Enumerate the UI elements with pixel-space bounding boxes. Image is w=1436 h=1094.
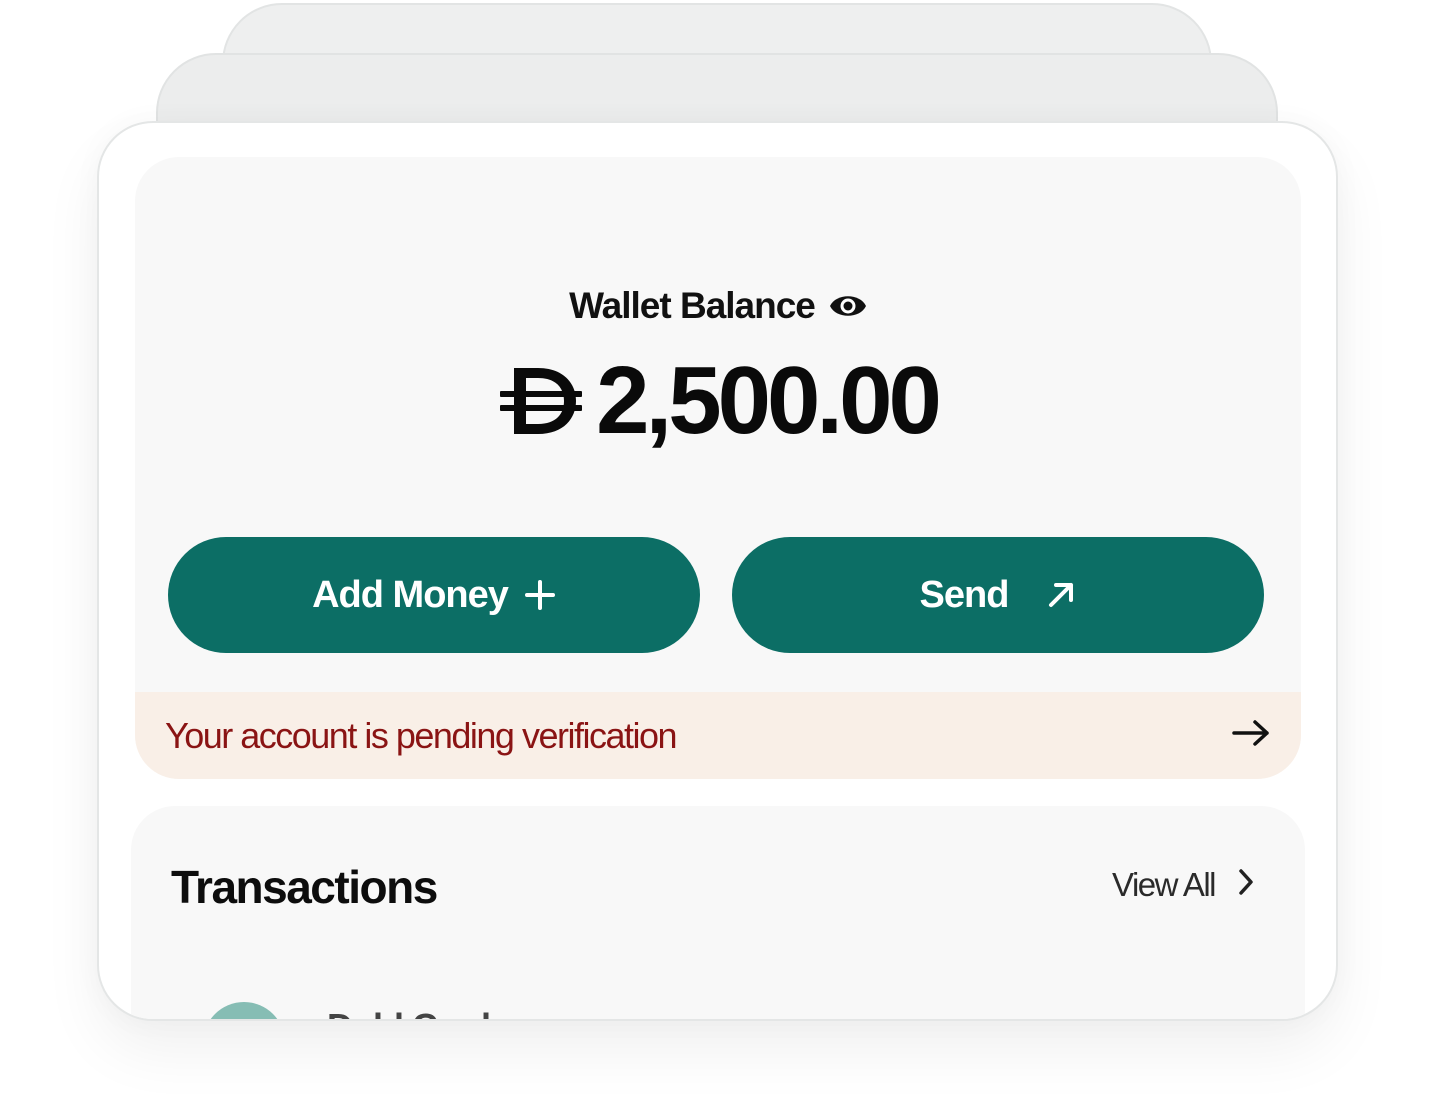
dirham-icon <box>498 358 584 444</box>
transactions-title: Transactions <box>171 861 438 913</box>
verification-banner[interactable]: Your account is pending verification <box>135 692 1301 779</box>
balance-amount-row: 2,500.00 <box>135 353 1301 449</box>
view-all-label: View All <box>1112 866 1216 903</box>
wallet-balance-label: Wallet Balance <box>569 285 816 326</box>
transaction-name: Dubl Card <box>327 1006 491 1019</box>
send-button[interactable]: Send <box>732 537 1264 653</box>
eye-icon[interactable] <box>829 287 867 325</box>
transactions-panel: Transactions View All Dubl Card <box>131 806 1305 1019</box>
add-money-button[interactable]: Add Money <box>168 537 700 653</box>
transaction-row[interactable]: Dubl Card <box>203 1002 491 1019</box>
send-label: Send <box>919 573 1010 616</box>
plus-icon <box>524 579 556 611</box>
chevron-right-icon <box>1237 866 1255 904</box>
balance-label-row: Wallet Balance <box>135 285 1301 327</box>
balance-panel: Wallet Balance 2,500.00 Add Money Send Y… <box>135 157 1301 779</box>
wallet-screen: Wallet Balance 2,500.00 Add Money Send Y… <box>0 0 1436 1094</box>
balance-amount: 2,500.00 <box>596 347 942 454</box>
arrow-up-right-icon <box>1046 580 1076 610</box>
verification-message: Your account is pending verification <box>165 714 678 756</box>
view-all-link[interactable]: View All <box>1112 866 1255 904</box>
arrow-right-icon <box>1231 718 1271 753</box>
add-money-label: Add Money <box>312 573 509 616</box>
wallet-card: Wallet Balance 2,500.00 Add Money Send Y… <box>97 121 1338 1021</box>
avatar <box>203 1002 285 1019</box>
